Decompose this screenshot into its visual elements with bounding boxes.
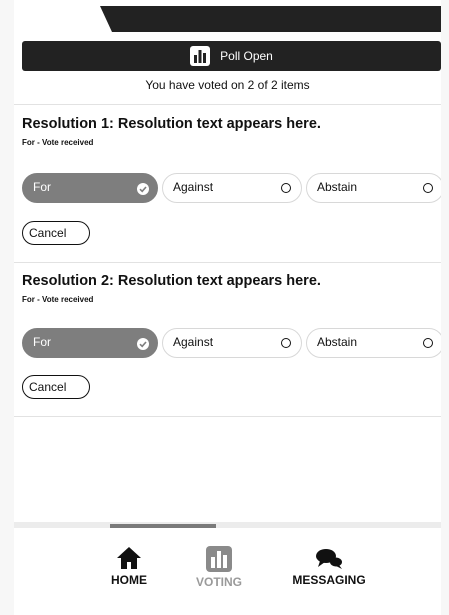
tab-voting[interactable]: VOTING [184, 546, 254, 589]
tab-label: HOME [111, 573, 147, 587]
resolution-vote-status: For - Vote received [22, 295, 94, 304]
option-label: For [33, 180, 51, 194]
option-label: Against [173, 335, 214, 349]
cancel-button[interactable]: Cancel [22, 375, 90, 399]
option-label: Abstain [317, 335, 358, 349]
bar-chart-icon [206, 546, 232, 572]
option-abstain[interactable]: Abstain [306, 328, 441, 358]
option-label: Against [173, 180, 214, 194]
check-circle-icon [137, 338, 149, 350]
tab-messaging[interactable]: MESSAGING [284, 546, 374, 587]
radio-circle-icon [281, 183, 291, 193]
radio-circle-icon [423, 338, 433, 348]
voted-count-text: You have voted on 2 of 2 items [145, 78, 310, 92]
cancel-button[interactable]: Cancel [22, 221, 90, 245]
radio-circle-icon [281, 338, 291, 348]
top-header-strip [14, 0, 441, 32]
divider [14, 262, 441, 263]
option-label: For [33, 335, 51, 349]
radio-circle-icon [423, 183, 433, 193]
divider [14, 416, 441, 417]
resolution-vote-status: For - Vote received [22, 138, 94, 147]
option-for-selected[interactable]: For [22, 173, 158, 203]
voting-screen: Poll Open You have voted on 2 of 2 items… [14, 0, 441, 615]
bar-chart-icon [190, 46, 211, 66]
option-abstain[interactable]: Abstain [306, 173, 441, 203]
tab-label: VOTING [195, 575, 242, 589]
chat-bubbles-icon [316, 549, 342, 569]
poll-status-text: Poll Open [220, 49, 273, 63]
tab-home[interactable]: HOME [94, 546, 164, 587]
check-circle-icon [137, 183, 149, 195]
option-label: Abstain [317, 180, 358, 194]
poll-status-bar: Poll Open [22, 41, 441, 71]
bottom-tab-bar: HOME VOTING MESSAGING [14, 528, 441, 615]
tab-label: MESSAGING [292, 573, 366, 587]
resolution-title: Resolution 1: Resolution text appears he… [22, 116, 321, 132]
home-icon [117, 547, 141, 569]
option-against[interactable]: Against [162, 173, 302, 203]
resolution-title: Resolution 2: Resolution text appears he… [22, 273, 321, 289]
option-against[interactable]: Against [162, 328, 302, 358]
divider [14, 104, 441, 105]
option-for-selected[interactable]: For [22, 328, 158, 358]
